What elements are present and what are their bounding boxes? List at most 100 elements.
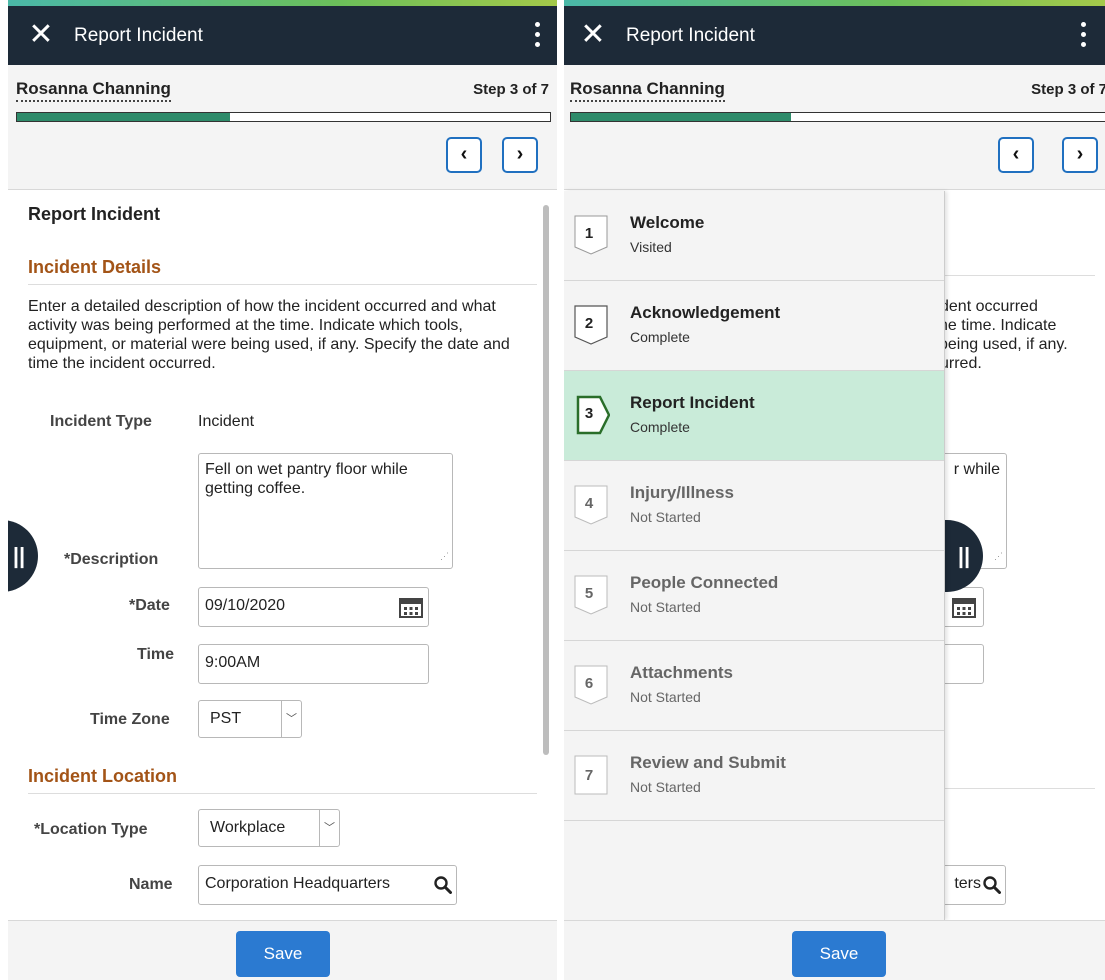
- step-header: Rosanna Channing Step 3 of 7 ‹ ›: [564, 65, 1105, 190]
- next-button[interactable]: ›: [1062, 137, 1098, 173]
- person-name[interactable]: Rosanna Channing: [570, 79, 725, 102]
- close-icon[interactable]: ✕: [576, 18, 610, 52]
- partial-text-1: dent occurred: [945, 298, 1038, 315]
- step-name: Welcome: [630, 213, 705, 232]
- step-status: Not Started: [630, 509, 701, 525]
- resize-grip-icon[interactable]: ⋰: [440, 547, 449, 566]
- step-number: 2: [584, 315, 594, 332]
- section-divider: [945, 275, 1095, 276]
- partial-text-4: urred.: [945, 355, 982, 372]
- footer: Save: [564, 920, 1105, 980]
- topbar-title: Report Incident: [74, 25, 203, 46]
- incident-type-label: Incident Type: [50, 413, 152, 430]
- step-item-7[interactable]: 7 Review and Submit Not Started: [564, 731, 944, 821]
- step-number: 4: [584, 495, 594, 512]
- timezone-select[interactable]: PST ﹀: [198, 700, 302, 738]
- top-bar: ✕ Report Incident: [564, 6, 1105, 65]
- step-badge-icon: 6: [574, 665, 608, 705]
- main-content: Report Incident Incident Details Enter a…: [8, 191, 557, 920]
- scrollbar[interactable]: [543, 205, 549, 755]
- time-label: Time: [137, 646, 175, 663]
- step-number: 5: [584, 585, 594, 602]
- step-item-5[interactable]: 5 People Connected Not Started: [564, 551, 944, 641]
- section-title-incident-location: Incident Location: [28, 766, 537, 794]
- calendar-icon[interactable]: [399, 596, 423, 618]
- name-row: Rosanna Channing Step 3 of 7: [16, 79, 549, 105]
- step-name: Acknowledgement: [630, 303, 781, 322]
- step-number: 1: [584, 225, 594, 242]
- description-label: *Description: [64, 551, 159, 568]
- next-button[interactable]: ›: [502, 137, 538, 173]
- location-name-value: Corporation Headquarters: [205, 875, 390, 892]
- section-divider: [945, 788, 1095, 789]
- date-field[interactable]: 09/10/2020: [198, 587, 429, 627]
- step-item-1[interactable]: 1 Welcome Visited: [564, 191, 944, 281]
- calendar-icon[interactable]: [952, 596, 976, 618]
- save-button[interactable]: Save: [236, 931, 330, 977]
- instructions-text: Enter a detailed description of how the …: [28, 298, 510, 372]
- location-type-value: Workplace: [210, 819, 286, 836]
- progress-fill: [17, 113, 231, 121]
- incident-type-value: Incident: [198, 413, 255, 430]
- step-number: 6: [584, 675, 594, 692]
- save-button[interactable]: Save: [792, 931, 886, 977]
- chevron-down-icon: ﹀: [281, 701, 301, 737]
- step-number: 3: [584, 405, 594, 422]
- step-status: Visited: [630, 239, 672, 255]
- kebab-menu-icon[interactable]: [1071, 18, 1095, 52]
- step-indicator: Step 3 of 7: [473, 81, 549, 98]
- description-partial: r while: [953, 461, 1000, 478]
- page-title: Report Incident: [28, 204, 161, 224]
- close-icon[interactable]: ✕: [24, 18, 58, 52]
- timezone-label: Time Zone: [90, 711, 170, 728]
- location-name-label: Name: [129, 876, 173, 893]
- step-status: Not Started: [630, 599, 701, 615]
- step-badge-icon: 2: [574, 305, 608, 345]
- search-icon[interactable]: [434, 876, 452, 894]
- step-number: 7: [584, 767, 594, 784]
- step-item-2[interactable]: 2 Acknowledgement Complete: [564, 281, 944, 371]
- location-name-field[interactable]: Corporation Headquarters: [198, 865, 457, 905]
- location-type-select[interactable]: Workplace ﹀: [198, 809, 340, 847]
- time-field[interactable]: [945, 644, 984, 684]
- step-name: Report Incident: [630, 393, 755, 412]
- location-name-partial: ters: [954, 875, 981, 892]
- step-badge-icon: 4: [574, 485, 608, 525]
- step-status: Not Started: [630, 779, 701, 795]
- topbar-title: Report Incident: [626, 25, 755, 46]
- date-label: *Date: [129, 597, 170, 614]
- description-field[interactable]: Fell on wet pantry floor while getting c…: [198, 453, 453, 569]
- step-badge-icon: 5: [574, 575, 608, 615]
- progress-fill: [571, 113, 792, 121]
- search-icon[interactable]: [983, 876, 1001, 894]
- step-badge-icon: 1: [574, 215, 608, 255]
- resize-grip-icon[interactable]: ⋰: [994, 547, 1003, 566]
- step-indicator: Step 3 of 7: [1031, 81, 1105, 98]
- person-name[interactable]: Rosanna Channing: [16, 79, 171, 102]
- previous-button[interactable]: ‹: [998, 137, 1034, 173]
- step-item-6[interactable]: 6 Attachments Not Started: [564, 641, 944, 731]
- step-item-4[interactable]: 4 Injury/Illness Not Started: [564, 461, 944, 551]
- timezone-value: PST: [210, 710, 242, 727]
- time-field[interactable]: 9:00AM: [198, 644, 429, 684]
- step-status: Complete: [630, 329, 690, 345]
- right-screen: ✕ Report Incident Rosanna Channing Step …: [564, 0, 1105, 980]
- kebab-menu-icon[interactable]: [525, 18, 549, 52]
- step-name: Review and Submit: [630, 753, 786, 772]
- chevron-down-icon: ﹀: [319, 810, 339, 846]
- step-status: Complete: [630, 419, 690, 435]
- time-value: 9:00AM: [205, 654, 261, 671]
- step-item-3-current[interactable]: 3 Report Incident Complete: [564, 371, 944, 461]
- previous-button[interactable]: ‹: [446, 137, 482, 173]
- partial-text-3: peing used, if any.: [945, 336, 1068, 353]
- steps-panel: 1 Welcome Visited 2 Acknowledgement Comp…: [564, 191, 945, 920]
- progress-bar: [570, 112, 1105, 122]
- partial-text-2: he time. Indicate: [945, 317, 1057, 334]
- top-bar: ✕ Report Incident: [8, 6, 557, 65]
- step-header: Rosanna Channing Step 3 of 7 ‹ ›: [8, 65, 557, 190]
- footer: Save: [8, 920, 557, 980]
- step-name: Attachments: [630, 663, 733, 682]
- section-title-incident-details: Incident Details: [28, 257, 537, 285]
- description-value: Fell on wet pantry floor while getting c…: [205, 461, 408, 497]
- step-name: Injury/Illness: [630, 483, 734, 502]
